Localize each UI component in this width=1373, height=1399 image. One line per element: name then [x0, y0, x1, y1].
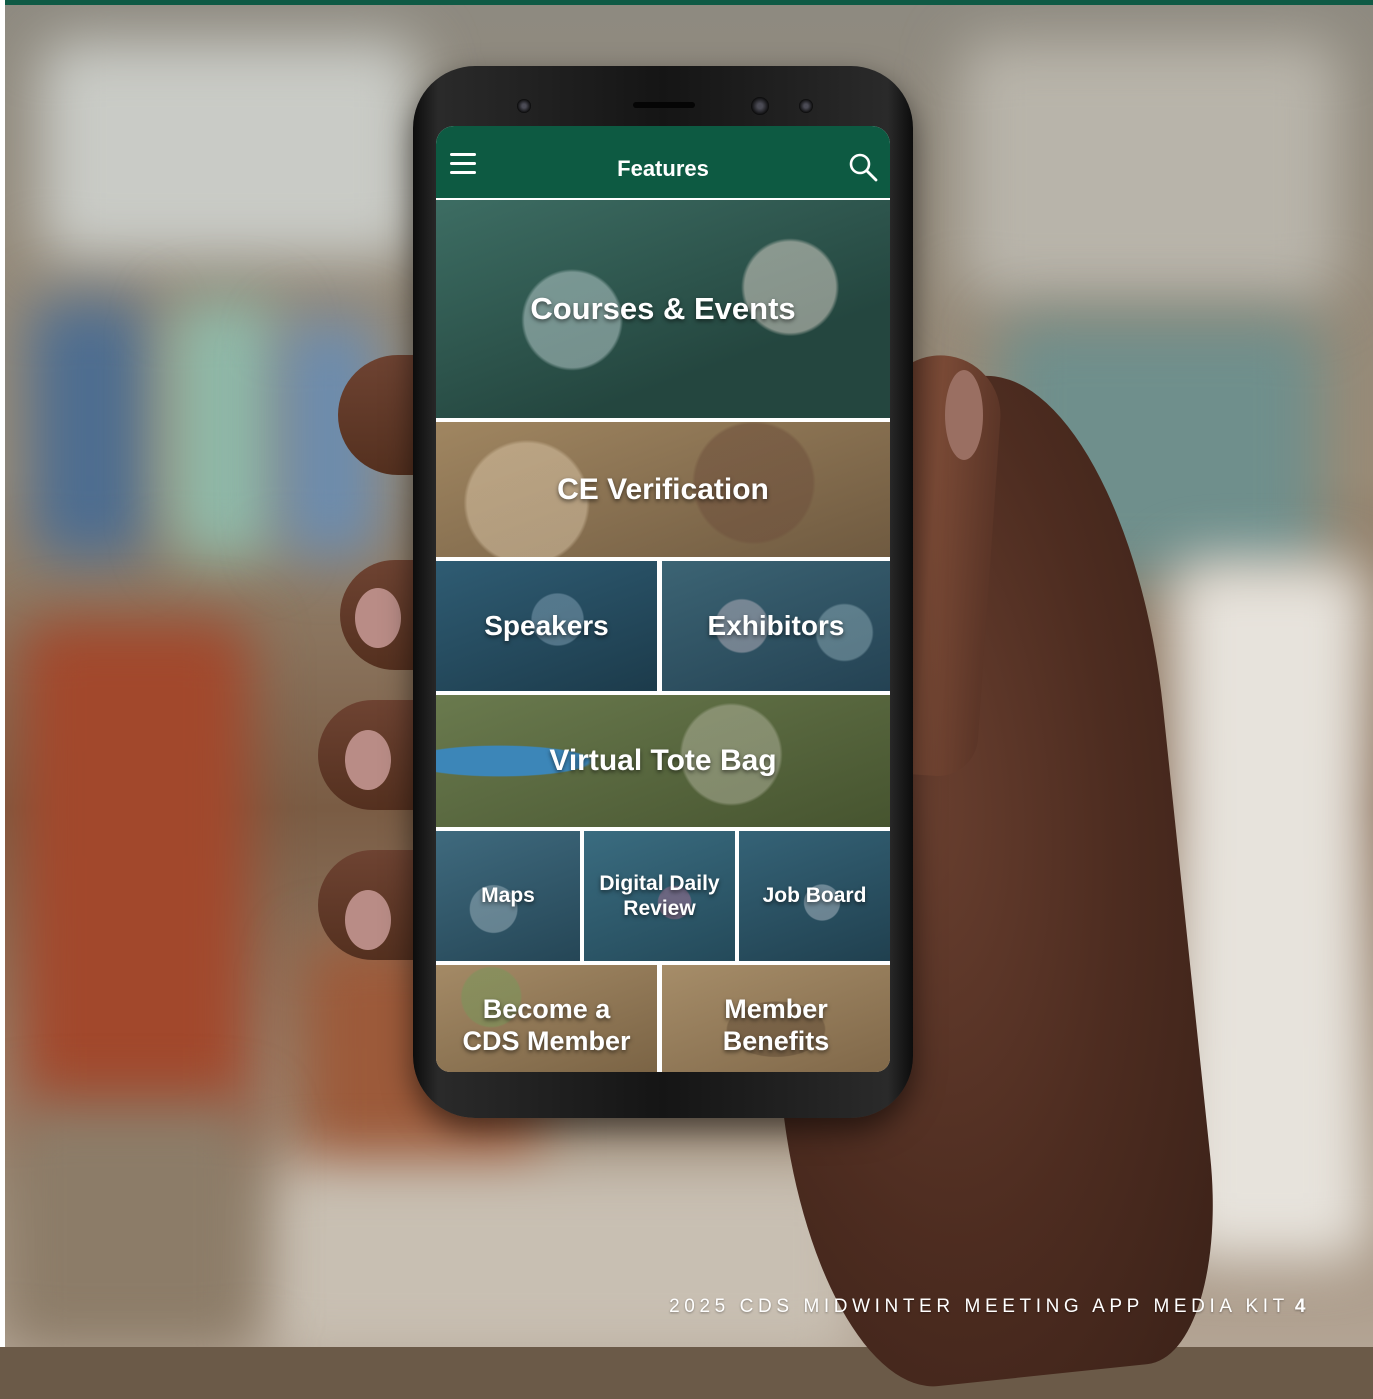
tile-ce-verification[interactable]: CE Verification: [436, 422, 890, 557]
tile-courses-events[interactable]: Courses & Events: [436, 200, 890, 418]
tile-label-line-1: Member: [724, 994, 828, 1024]
tile-become-cds-member[interactable]: Become a CDS Member: [436, 965, 657, 1072]
page-number: 4: [1294, 1296, 1310, 1317]
top-accent-bar: [0, 0, 1373, 5]
search-icon[interactable]: [848, 152, 878, 182]
tile-digital-daily-review[interactable]: Digital Daily Review: [584, 831, 735, 961]
tile-job-board[interactable]: Job Board: [739, 831, 890, 961]
tile-label-line-1: Become a: [482, 994, 611, 1024]
front-sensor-icon: [751, 97, 769, 115]
tile-maps[interactable]: Maps: [436, 831, 580, 961]
app-screen: Features Courses & Events CE Verificatio…: [436, 126, 890, 1072]
fingernail-3: [345, 890, 391, 950]
media-kit-caption: 2025 CDS MIDWINTER MEETING APP MEDIA KIT…: [669, 1296, 1310, 1318]
tile-label-line-2: Benefits: [722, 1026, 830, 1057]
tile-label-line-1: Digital Daily: [599, 871, 720, 895]
hamburger-menu-icon[interactable]: [450, 153, 476, 175]
tile-label-line-2: CDS Member: [462, 1026, 631, 1057]
tile-speakers[interactable]: Speakers: [436, 561, 657, 691]
tile-exhibitors[interactable]: Exhibitors: [662, 561, 890, 691]
fingernail-2: [345, 730, 391, 790]
tile-label-exhibitors: Exhibitors: [707, 610, 845, 642]
page-title: Features: [617, 156, 709, 181]
app-header: Features: [436, 126, 890, 198]
tile-label-virtual-tote-bag: Virtual Tote Bag: [549, 744, 777, 777]
thumbnail: [945, 370, 983, 460]
page-edge: [0, 0, 5, 1347]
caption-text: 2025 CDS MIDWINTER MEETING APP MEDIA KIT: [669, 1296, 1289, 1317]
tile-label-digital-daily-review: Digital Daily Review: [599, 871, 719, 921]
tile-label-maps: Maps: [481, 884, 535, 908]
tile-label-become-cds-member: Become a CDS Member: [462, 965, 630, 1058]
tile-member-benefits[interactable]: Member Benefits: [662, 965, 890, 1072]
fingernail-1: [355, 588, 401, 648]
tile-label-line-2: Review: [623, 897, 696, 920]
tile-label-job-board: Job Board: [762, 884, 867, 908]
tile-label-speakers: Speakers: [484, 610, 609, 642]
proximity-sensor-icon: [799, 99, 813, 113]
front-camera-icon: [517, 99, 531, 113]
phone-earpiece: [633, 102, 695, 108]
tile-virtual-tote-bag[interactable]: Virtual Tote Bag: [436, 695, 890, 827]
tile-label-member-benefits: Member Benefits: [723, 965, 830, 1058]
tile-label-courses-events: Courses & Events: [530, 291, 796, 327]
tile-label-ce-verification: CE Verification: [557, 472, 769, 506]
